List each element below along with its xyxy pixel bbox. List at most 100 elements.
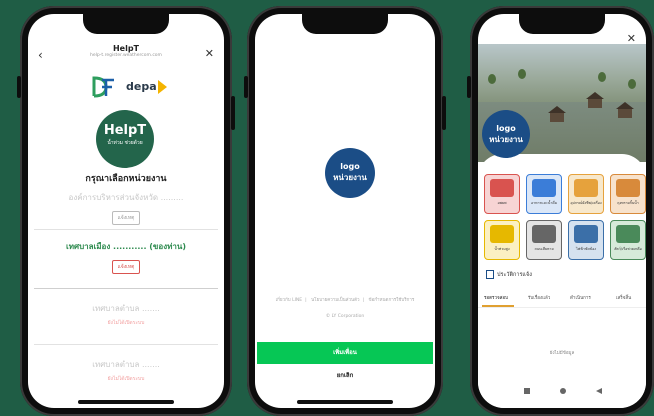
rescue-icon xyxy=(616,225,640,243)
agency-logo: logo หน่วยงาน xyxy=(325,148,375,198)
home-indicator xyxy=(297,400,393,404)
service-label: อุปกรณ์ยังชีพ/เครื่อง xyxy=(570,201,602,205)
webview-title: HelpT xyxy=(112,44,140,53)
high-flood-icon xyxy=(490,225,514,243)
house-roof xyxy=(548,106,566,113)
history-label: ประวัติการแจ้ง xyxy=(497,272,532,278)
tree xyxy=(488,74,496,84)
agency-logo: logo หน่วยงาน xyxy=(482,110,530,158)
power-button xyxy=(231,96,235,130)
service-label: ไฟฟ้าขัดข้อง xyxy=(575,247,597,251)
service-rescue[interactable]: สัตว์/เรือช่วยเหลือ xyxy=(610,220,646,260)
service-label: อพยพ xyxy=(497,201,507,205)
phone1-screen: ‹ HelpT help-t.register.weathercom.com ✕… xyxy=(28,14,224,408)
phone-mockup-1: ‹ HelpT help-t.register.weathercom.com ✕… xyxy=(17,6,235,416)
service-food-water[interactable]: อาหารและน้ำดื่ม xyxy=(526,174,562,214)
tree xyxy=(628,79,636,89)
volume-button xyxy=(467,76,471,98)
home-indicator xyxy=(78,400,174,404)
evacuate-icon xyxy=(490,179,514,197)
power-icon xyxy=(574,225,598,243)
agency-item-active: เทศบาลเมือง ........... (ของท่าน) แจ้งเห… xyxy=(28,240,224,274)
phone-notch xyxy=(302,14,388,34)
helpt-name: HelpT xyxy=(103,123,147,138)
logo-line-1: logo xyxy=(496,124,516,133)
tab-received[interactable]: รับเรื่องแล้ว xyxy=(528,294,550,301)
phone-notch xyxy=(83,14,169,34)
service-label: น้ำท่วมสูง xyxy=(494,247,510,251)
tab-pending[interactable]: รอตรวจสอบ xyxy=(484,294,508,301)
house xyxy=(588,99,602,108)
partner-logos: depa xyxy=(28,74,224,102)
road-icon xyxy=(532,225,556,243)
depa-arrow-icon xyxy=(158,80,167,94)
service-power-outage[interactable]: ไฟฟ้าขัดข้อง xyxy=(568,220,604,260)
not-open-status: ยังไม่ได้เปิดระบบ xyxy=(107,376,145,382)
recents-icon[interactable] xyxy=(524,388,530,394)
agency-name: องค์การบริหารส่วนจังหวัด ......... xyxy=(68,193,184,202)
logo-line-2: หน่วยงาน xyxy=(333,173,367,182)
tab-done[interactable]: เสร็จสิ้น xyxy=(616,294,631,301)
home-icon[interactable] xyxy=(560,388,566,394)
divider xyxy=(34,229,218,230)
tree xyxy=(598,72,606,82)
agency-item: เทศบาลตำบล ....... ยังไม่ได้เปิดระบบ xyxy=(28,302,224,327)
house xyxy=(618,109,632,118)
close-icon[interactable]: ✕ xyxy=(205,47,214,60)
supplies-icon xyxy=(574,179,598,197)
service-evacuate[interactable]: อพยพ xyxy=(484,174,520,214)
tab-in-progress[interactable]: ดำเนินการ xyxy=(570,294,591,301)
agency-name: เทศบาลตำบล ....... xyxy=(92,360,160,369)
agency-name: เทศบาลตำบล ....... xyxy=(92,304,160,313)
back-icon[interactable]: ‹ xyxy=(38,48,43,62)
phone-notch xyxy=(519,14,605,34)
house-roof xyxy=(586,92,604,99)
service-label: อาหารและน้ำดื่ม xyxy=(530,201,558,205)
service-label: ถนนเสียหาย xyxy=(534,247,554,251)
phone-mockup-3: ✕ logo หน่วยงาน อพยพ อาหารและน้ำดื่ม อุป… xyxy=(467,6,654,416)
sandbag-icon xyxy=(616,179,640,197)
house-roof xyxy=(616,102,634,109)
terms-link[interactable]: ข้อกำหนดการใช้บริการ xyxy=(368,298,414,303)
service-road-damage[interactable]: ถนนเสียหาย xyxy=(526,220,562,260)
logo-line-2: หน่วยงาน xyxy=(489,135,523,144)
food-water-icon xyxy=(532,179,556,197)
copyright-text: © LY Corporation xyxy=(325,314,365,319)
not-open-status: ยังไม่ได้เปิดระบบ xyxy=(107,320,145,326)
empty-state: ยังไม่มีข้อมูล xyxy=(549,351,575,356)
divider xyxy=(34,288,218,289)
report-button[interactable]: แจ้งเหตุ xyxy=(111,211,141,225)
helpt-logo: HelpT น้ำท่วม ช่วยด้วย xyxy=(96,110,154,168)
phone2-screen: logo หน่วยงาน เกี่ยวกับ LINE | นโยบายความ… xyxy=(255,14,435,408)
phone-mockup-2: logo หน่วยงาน เกี่ยวกับ LINE | นโยบายความ… xyxy=(244,6,446,416)
add-friend-button[interactable]: เพิ่มเพื่อน xyxy=(257,342,433,364)
volume-button xyxy=(244,76,248,98)
divider xyxy=(34,344,218,345)
service-supplies[interactable]: อุปกรณ์ยังชีพ/เครื่อง xyxy=(568,174,604,214)
history-header: ประวัติการแจ้ง xyxy=(486,270,532,279)
agency-item: องค์การบริหารส่วนจังหวัด ......... แจ้งเ… xyxy=(28,191,224,225)
df-logo xyxy=(92,76,114,98)
about-line-link[interactable]: เกี่ยวกับ LINE xyxy=(276,298,302,303)
footer-links: เกี่ยวกับ LINE | นโยบายความเป็นส่วนตัว | ข… xyxy=(275,298,415,303)
service-sandbags[interactable]: ถุงทรายกั้นน้ำ xyxy=(610,174,646,214)
close-icon[interactable]: ✕ xyxy=(627,32,636,45)
helpt-tagline: น้ำท่วม ช่วยด้วย xyxy=(107,140,143,146)
power-button xyxy=(442,96,446,130)
service-label: ถุงทรายกั้นน้ำ xyxy=(617,201,639,205)
tree xyxy=(518,69,526,79)
phone3-screen: ✕ logo หน่วยงาน อพยพ อาหารและน้ำดื่ม อุป… xyxy=(478,14,646,408)
back-icon[interactable] xyxy=(596,388,602,394)
android-nav-bar xyxy=(478,388,646,400)
webview-header: ‹ HelpT help-t.register.weathercom.com ✕ xyxy=(28,42,224,68)
document-icon xyxy=(486,270,494,279)
service-label: สัตว์/เรือช่วยเหลือ xyxy=(614,247,642,251)
logo-line-1: logo xyxy=(340,162,360,171)
select-agency-prompt: กรุณาเลือกหน่วยงาน xyxy=(85,174,167,184)
report-button[interactable]: แจ้งเหตุ xyxy=(111,260,141,274)
webview-url: help-t.register.weathercom.com xyxy=(90,53,162,58)
privacy-link[interactable]: นโยบายความเป็นส่วนตัว xyxy=(311,298,359,303)
agency-name: เทศบาลเมือง ........... (ของท่าน) xyxy=(65,242,186,251)
cancel-button[interactable]: ยกเลิก xyxy=(255,370,435,380)
service-high-flood[interactable]: น้ำท่วมสูง xyxy=(484,220,520,260)
